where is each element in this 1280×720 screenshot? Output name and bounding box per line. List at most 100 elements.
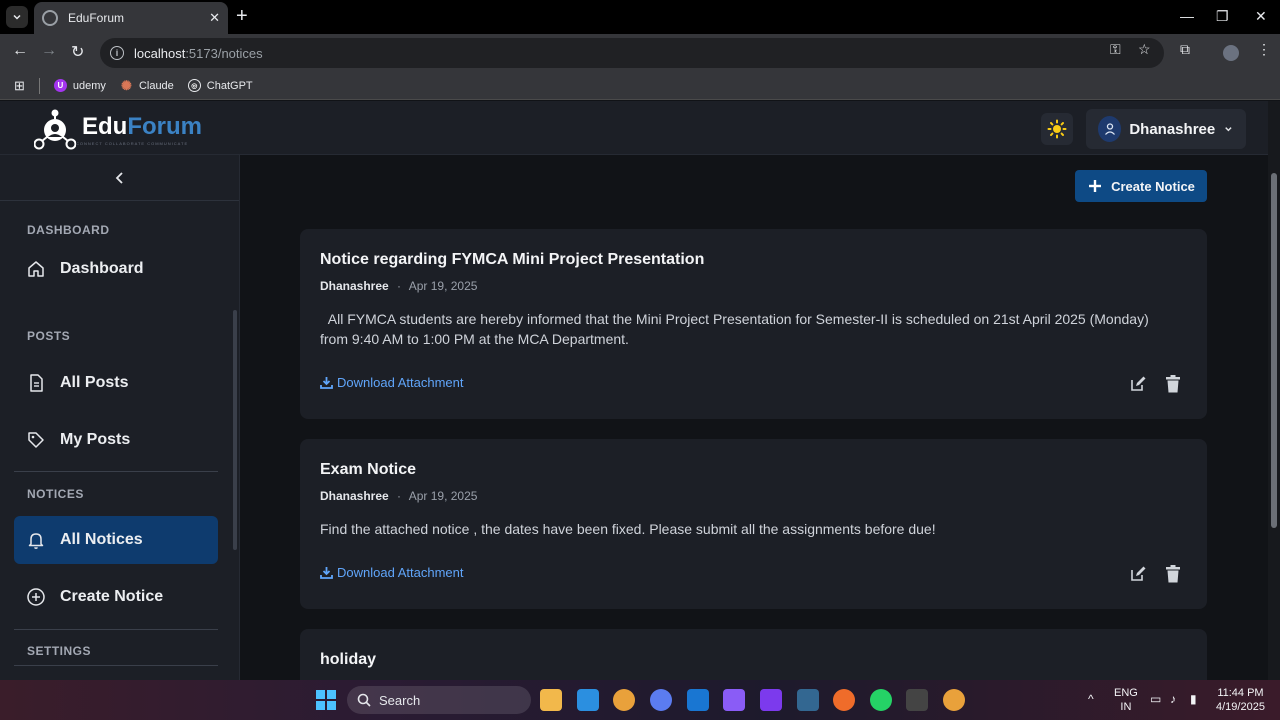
app-icon[interactable]: [906, 689, 928, 711]
notice-body: Find the attached notice , the dates hav…: [320, 521, 936, 537]
new-tab-button[interactable]: +: [236, 6, 248, 26]
page-scrollbar[interactable]: [1268, 101, 1280, 680]
back-icon[interactable]: ←: [12, 42, 28, 60]
notice-actions: [1129, 565, 1181, 583]
whatsapp-icon[interactable]: [870, 689, 892, 711]
forward-icon[interactable]: →: [41, 42, 57, 60]
sidebar-item-my-posts[interactable]: My Posts: [14, 416, 218, 464]
extensions-icon[interactable]: ⧉: [1180, 41, 1190, 58]
profile-avatar[interactable]: [1223, 45, 1239, 61]
trash-icon[interactable]: [1165, 565, 1181, 583]
taskbar-search-label: Search: [379, 692, 421, 708]
notice-title: Notice regarding FYMCA Mini Project Pres…: [320, 251, 705, 268]
copilot-icon[interactable]: [723, 689, 745, 711]
user-icon: [1104, 123, 1115, 135]
close-tab-icon[interactable]: ✕: [209, 10, 220, 26]
password-key-icon[interactable]: ⚿: [1110, 41, 1121, 58]
address-bar[interactable]: i localhost:5173/notices: [100, 38, 1164, 68]
edit-icon[interactable]: [1129, 375, 1147, 393]
maximize-icon[interactable]: ❐: [1216, 8, 1229, 25]
apps-grid-icon[interactable]: ⊞: [14, 78, 25, 94]
bookmark-label: Claude: [138, 79, 174, 92]
bookmark-claude[interactable]: ✺ Claude: [120, 78, 174, 93]
home-icon: [28, 261, 44, 277]
chrome-icon[interactable]: [613, 689, 635, 711]
chrome-menu-icon[interactable]: ⋮: [1257, 41, 1271, 58]
notice-card: holiday: [300, 629, 1207, 680]
url-host: localhost: [134, 45, 186, 61]
postman-icon[interactable]: [833, 689, 855, 711]
network-icon[interactable]: ▭: [1150, 692, 1161, 706]
intellij-icon[interactable]: [760, 689, 782, 711]
section-notices-label: NOTICES: [27, 487, 84, 501]
minimize-icon[interactable]: —: [1180, 8, 1194, 24]
create-notice-button[interactable]: Create Notice: [1075, 170, 1207, 202]
download-attachment-link[interactable]: Download Attachment: [320, 565, 463, 580]
region-code: IN: [1120, 701, 1132, 713]
outlook-icon[interactable]: [687, 689, 709, 711]
logo-edu-text: Edu: [82, 112, 128, 140]
file-explorer-icon[interactable]: [540, 689, 562, 711]
windows-start-icon[interactable]: [316, 690, 336, 710]
notice-card: Exam Notice Dhanashree · Apr 19, 2025 Fi…: [300, 439, 1207, 609]
logo-mark-icon: [34, 109, 76, 150]
sidebar-item-all-notices[interactable]: All Notices: [14, 516, 218, 564]
chevron-down-icon: [1225, 127, 1232, 132]
notice-title: holiday: [320, 651, 377, 668]
sidebar-item-label: All Posts: [60, 374, 129, 391]
app-icon[interactable]: [650, 689, 672, 711]
reload-icon[interactable]: ↻: [71, 42, 84, 62]
bell-icon: [28, 533, 44, 549]
user-menu-button[interactable]: Dhanashree: [1086, 109, 1246, 149]
volume-icon[interactable]: ♪: [1170, 692, 1176, 706]
chrome-active-icon[interactable]: [943, 689, 965, 711]
avatar: [1098, 116, 1122, 142]
browser-tab[interactable]: EduForum ✕: [34, 2, 228, 34]
notice-author: Dhanashree: [320, 489, 389, 503]
logo-forum-text: Forum: [127, 112, 202, 140]
meta-separator: ·: [397, 489, 402, 503]
create-notice-label: Create Notice: [1111, 178, 1195, 194]
bookmark-chatgpt[interactable]: ◎ ChatGPT: [187, 79, 253, 92]
sidebar-item-all-posts[interactable]: All Posts: [14, 359, 218, 407]
bookmark-separator: [38, 77, 40, 94]
sidebar-item-label: Dashboard: [60, 260, 144, 277]
edit-icon[interactable]: [1129, 565, 1147, 583]
udemy-icon: U: [53, 79, 67, 92]
taskbar-search[interactable]: Search: [347, 686, 531, 714]
close-window-icon[interactable]: ✕: [1255, 8, 1267, 25]
collapse-sidebar-icon[interactable]: [114, 170, 126, 186]
notice-actions: [1129, 375, 1181, 393]
clock[interactable]: 11:44 PM 4/19/2025: [1216, 686, 1265, 714]
section-settings-label: SETTINGS: [27, 644, 92, 658]
bookmark-star-icon[interactable]: ☆: [1138, 41, 1151, 58]
windows-taskbar: Search ^ ENG IN ▭ ♪ ▮ 11:44 PM 4/19/2025: [0, 680, 1280, 720]
download-icon: [320, 377, 333, 389]
clock-time: 11:44 PM: [1217, 687, 1264, 699]
battery-icon[interactable]: ▮: [1190, 692, 1197, 706]
site-info-icon[interactable]: i: [110, 46, 124, 60]
eduforum-logo[interactable]: EduForum CONNECT COLLABORATE COMMUNICATE: [34, 109, 202, 151]
bookmark-udemy[interactable]: Uudemy: [53, 79, 106, 92]
vscode-icon[interactable]: [577, 689, 599, 711]
postgres-icon[interactable]: [797, 689, 819, 711]
page-scrollbar-thumb[interactable]: [1271, 173, 1277, 528]
notices-main: Create Notice Notice regarding FYMCA Min…: [241, 155, 1268, 680]
tab-search-button[interactable]: [6, 6, 28, 28]
url-path: :5173/notices: [185, 45, 263, 61]
download-label: Download Attachment: [337, 565, 464, 580]
globe-icon: [42, 10, 58, 26]
user-name: Dhanashree: [1129, 120, 1216, 138]
bookmarks-bar: ⊞ Uudemy ✺ Claude ◎ ChatGPT: [0, 72, 1280, 100]
sidebar-item-dashboard[interactable]: Dashboard: [14, 245, 218, 293]
trash-icon[interactable]: [1165, 375, 1181, 393]
sidebar-scrollbar[interactable]: [233, 310, 237, 550]
download-attachment-link[interactable]: Download Attachment: [320, 375, 463, 390]
theme-toggle-button[interactable]: [1041, 113, 1073, 145]
search-icon: [357, 693, 371, 707]
sidebar-item-create-notice[interactable]: Create Notice: [14, 573, 218, 621]
language-indicator[interactable]: ENG IN: [1114, 686, 1138, 714]
browser-toolbar: ← → ↻ i localhost:5173/notices ⚿ ☆ ⧉ ⋮: [0, 34, 1280, 72]
tray-chevron-icon[interactable]: ^: [1088, 692, 1094, 706]
plus-circle-icon: [27, 588, 45, 606]
